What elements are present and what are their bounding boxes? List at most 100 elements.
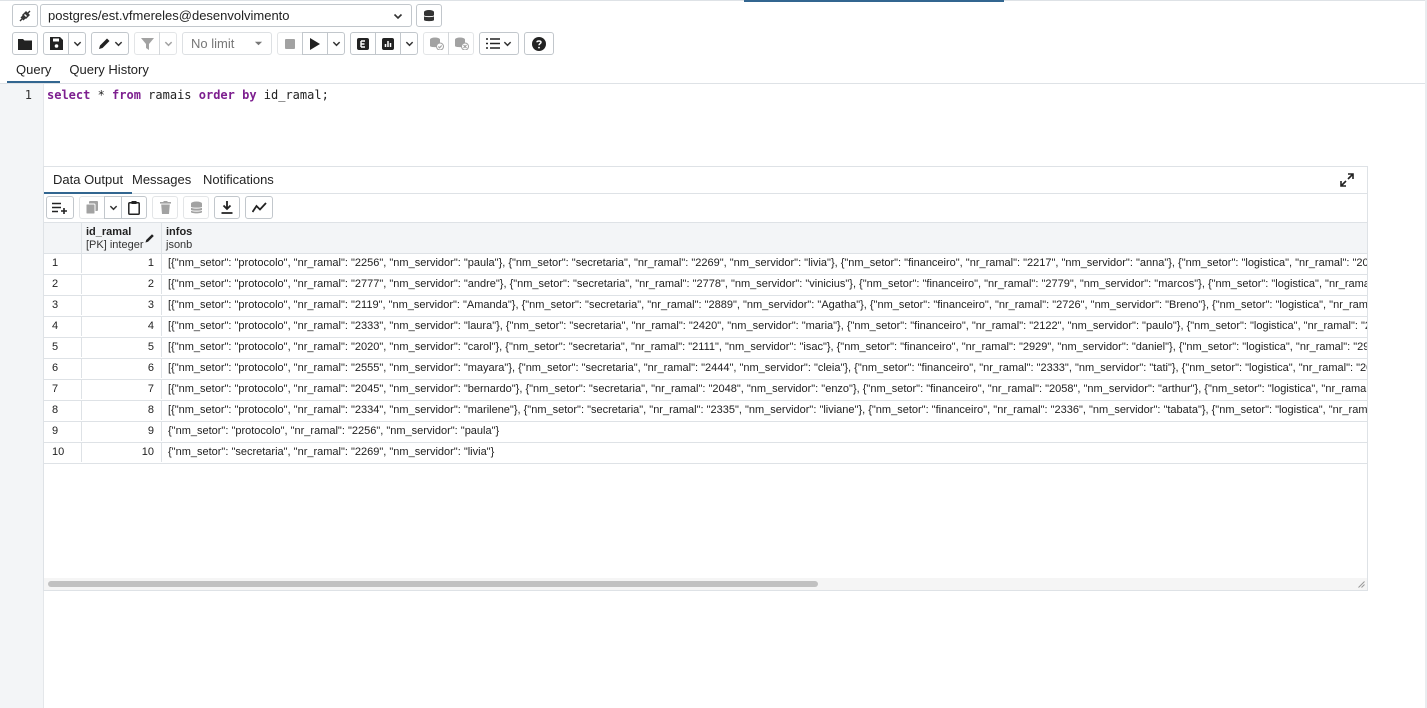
table-row[interactable]: 1 1 [{"nm_setor": "protocolo", "nr_ramal… — [44, 253, 1367, 275]
explain-options-dropdown[interactable] — [400, 32, 418, 55]
sql-keyword: order — [198, 88, 235, 102]
row-number: 8 — [44, 400, 82, 420]
delete-icon — [159, 201, 171, 214]
help-icon — [532, 36, 546, 51]
plug-icon — [19, 10, 31, 21]
table-row[interactable]: 8 8 [{"nm_setor": "protocolo", "nr_ramal… — [44, 400, 1367, 422]
graph-visualiser-button[interactable] — [245, 196, 273, 219]
macros-button[interactable] — [479, 32, 519, 55]
grid-header: id_ramal [PK] integer infos jsonb — [44, 222, 1367, 254]
paste-icon — [128, 200, 140, 215]
cell-id-ramal[interactable]: 1 — [82, 253, 162, 273]
copy-button[interactable] — [79, 196, 105, 219]
row-number: 4 — [44, 316, 82, 336]
open-file-button[interactable] — [12, 32, 38, 55]
tab-query[interactable]: Query — [7, 58, 61, 83]
save-options-dropdown[interactable] — [68, 32, 86, 55]
row-number: 3 — [44, 295, 82, 315]
cell-id-ramal[interactable]: 9 — [82, 421, 162, 441]
chevron-down-icon — [393, 13, 403, 19]
query-toolbar: No limit — [12, 32, 559, 55]
column-name: id_ramal — [86, 226, 132, 238]
cell-infos[interactable]: [{"nm_setor": "protocolo", "nr_ramal": "… — [162, 253, 1367, 273]
cell-infos[interactable]: [{"nm_setor": "protocolo", "nr_ramal": "… — [162, 337, 1367, 357]
connection-select[interactable]: postgres/est.vfmereles@desenvolvimento — [40, 4, 412, 27]
cell-id-ramal[interactable]: 7 — [82, 379, 162, 399]
cell-id-ramal[interactable]: 8 — [82, 400, 162, 420]
scrollbar-thumb[interactable] — [48, 581, 818, 587]
stop-icon — [285, 38, 295, 49]
sql-text: * — [90, 88, 113, 102]
table-row[interactable]: 6 6 [{"nm_setor": "protocolo", "nr_ramal… — [44, 358, 1367, 380]
explain-button[interactable] — [350, 32, 376, 55]
download-icon — [221, 201, 233, 214]
table-row[interactable]: 7 7 [{"nm_setor": "protocolo", "nr_ramal… — [44, 379, 1367, 401]
save-icon — [49, 37, 63, 50]
pencil-icon — [98, 38, 109, 49]
cell-infos[interactable]: [{"nm_setor": "protocolo", "nr_ramal": "… — [162, 358, 1367, 378]
cell-infos[interactable]: [{"nm_setor": "protocolo", "nr_ramal": "… — [162, 316, 1367, 336]
cell-id-ramal[interactable]: 3 — [82, 295, 162, 315]
cell-id-ramal[interactable]: 6 — [82, 358, 162, 378]
commit-button[interactable] — [423, 32, 449, 55]
column-type: [PK] integer — [86, 239, 144, 251]
tab-data-output[interactable]: Data Output — [44, 167, 133, 194]
tab-query-history[interactable]: Query History — [60, 58, 157, 83]
expand-icon[interactable] — [1339, 172, 1355, 188]
line-number: 1 — [24, 88, 32, 102]
cell-infos[interactable]: [{"nm_setor": "protocolo", "nr_ramal": "… — [162, 379, 1367, 399]
paste-button[interactable] — [121, 196, 147, 219]
table-row[interactable]: 3 3 [{"nm_setor": "protocolo", "nr_ramal… — [44, 295, 1367, 317]
edit-menu-button[interactable] — [91, 32, 129, 55]
chevron-down-icon — [114, 41, 122, 47]
table-row[interactable]: 2 2 [{"nm_setor": "protocolo", "nr_ramal… — [44, 274, 1367, 296]
row-number: 9 — [44, 421, 82, 441]
rollback-button[interactable] — [448, 32, 474, 55]
explain-analyze-button[interactable] — [375, 32, 401, 55]
help-button[interactable] — [524, 32, 554, 55]
cell-infos[interactable]: {"nm_setor": "secretaria", "nr_ramal": "… — [162, 442, 1367, 462]
cancel-query-button[interactable] — [277, 32, 303, 55]
add-row-button[interactable] — [46, 196, 74, 219]
cell-infos[interactable]: [{"nm_setor": "protocolo", "nr_ramal": "… — [162, 400, 1367, 420]
graph-icon — [251, 202, 267, 213]
explain-analyze-icon — [382, 37, 394, 50]
horizontal-scrollbar[interactable] — [44, 578, 1367, 590]
column-header-id-ramal[interactable]: id_ramal [PK] integer — [82, 223, 162, 253]
column-header-infos[interactable]: infos jsonb — [162, 223, 1367, 253]
sql-text: id_ramal; — [256, 88, 329, 102]
execute-options-dropdown[interactable] — [327, 32, 345, 55]
table-row[interactable]: 9 9 {"nm_setor": "protocolo", "nr_ramal"… — [44, 421, 1367, 443]
row-limit-select[interactable]: No limit — [182, 32, 272, 55]
copy-options-dropdown[interactable] — [104, 196, 122, 219]
delete-row-button[interactable] — [152, 196, 178, 219]
table-row[interactable]: 4 4 [{"nm_setor": "protocolo", "nr_ramal… — [44, 316, 1367, 338]
chevron-down-icon — [109, 205, 117, 211]
sql-keyword: from — [112, 88, 141, 102]
tab-notifications[interactable]: Notifications — [194, 167, 283, 192]
cell-id-ramal[interactable]: 4 — [82, 316, 162, 336]
cell-infos[interactable]: {"nm_setor": "protocolo", "nr_ramal": "2… — [162, 421, 1367, 441]
cell-infos[interactable]: [{"nm_setor": "protocolo", "nr_ramal": "… — [162, 274, 1367, 294]
new-connection-button[interactable] — [416, 4, 442, 27]
resize-grip-icon[interactable] — [1358, 581, 1365, 588]
row-limit-value: No limit — [191, 36, 235, 51]
filter-dropdown[interactable] — [159, 32, 177, 55]
cell-infos[interactable]: [{"nm_setor": "protocolo", "nr_ramal": "… — [162, 295, 1367, 315]
connection-status-button[interactable] — [12, 4, 38, 27]
download-button[interactable] — [214, 196, 240, 219]
results-panel: Data Output Messages Notifications id_ra… — [43, 166, 1368, 591]
row-number-header[interactable] — [44, 223, 82, 253]
table-row[interactable]: 5 5 [{"nm_setor": "protocolo", "nr_ramal… — [44, 337, 1367, 359]
execute-button[interactable] — [302, 32, 328, 55]
cell-id-ramal[interactable]: 10 — [82, 442, 162, 462]
save-file-button[interactable] — [43, 32, 69, 55]
table-row[interactable]: 10 10 {"nm_setor": "secretaria", "nr_ram… — [44, 442, 1367, 464]
filter-button[interactable] — [134, 32, 160, 55]
cell-id-ramal[interactable]: 5 — [82, 337, 162, 357]
row-number: 7 — [44, 379, 82, 399]
save-data-button[interactable] — [183, 196, 209, 219]
sql-editor[interactable]: select * from ramais order by id_ramal; — [47, 88, 329, 102]
tab-messages[interactable]: Messages — [123, 167, 200, 192]
cell-id-ramal[interactable]: 2 — [82, 274, 162, 294]
